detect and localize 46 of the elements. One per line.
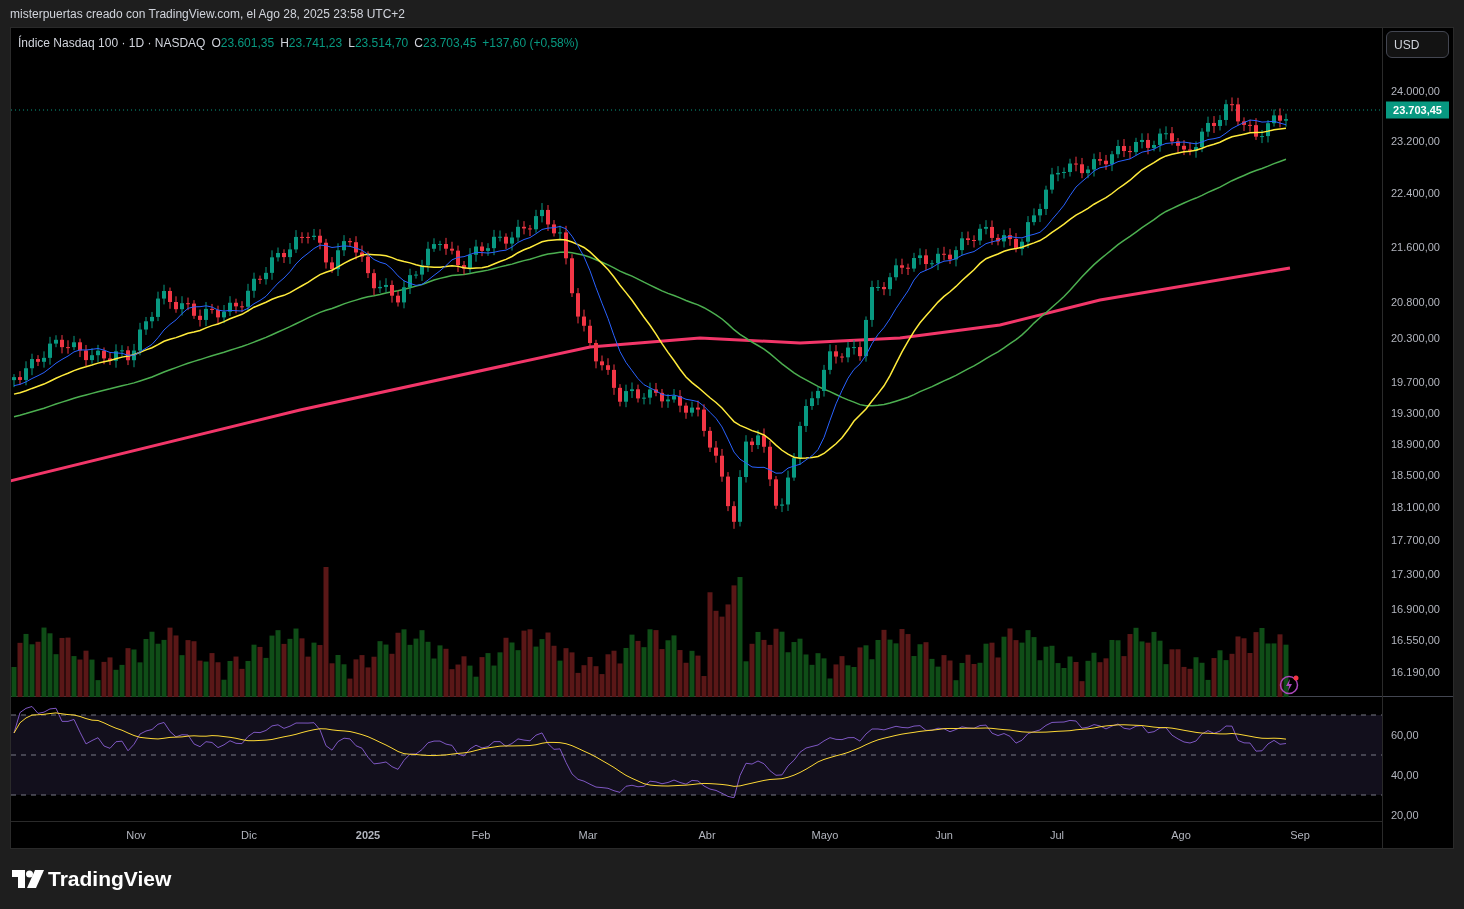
time-axis-label: Mar (578, 828, 598, 843)
currency-button[interactable]: USD (1386, 31, 1449, 58)
time-axis-label: Ago (1171, 828, 1191, 843)
ohlc-value: 23.741,23 (288, 35, 343, 52)
price-axis-label: 18.900,00 (1391, 436, 1440, 452)
time-axis-label: Abr (698, 828, 716, 843)
chart-caption: misterpuertas creado con TradingView.com, el Ago 28, 2025 23:58 UTC+2 (10, 5, 405, 23)
time-axis-label: Jun (935, 828, 953, 843)
price-axis-label: 24.000,00 (1391, 83, 1440, 99)
time-axis-label: 2025 (355, 828, 381, 843)
ohlc-value: 23.514,70 (354, 35, 409, 52)
price-change: +137,60 (+0,58%) (482, 35, 579, 52)
rsi-axis-label: 20,00 (1391, 807, 1419, 823)
price-axis-label: 20.300,00 (1391, 330, 1440, 346)
ohlc-label: L (348, 35, 355, 52)
rsi-axis-label: 40,00 (1391, 767, 1419, 783)
ohlc-value: 23.601,35 (220, 35, 275, 52)
price-axis-label: 16.900,00 (1391, 601, 1440, 617)
time-axis-label: Feb (471, 828, 491, 843)
ohlc-value: 23.703,45 (422, 35, 477, 52)
time-axis-label: Dic (241, 828, 257, 843)
price-axis-label: 20.800,00 (1391, 294, 1440, 310)
time-axis-label: Sep (1290, 828, 1310, 843)
price-axis-label: 18.500,00 (1391, 467, 1440, 483)
ohlc-label: H (280, 35, 289, 52)
price-axis-label: 18.100,00 (1391, 500, 1440, 516)
symbol-title: Índice Nasdaq 100 · 1D · NASDAQ (18, 34, 206, 52)
rsi-axis-label: 60,00 (1391, 727, 1419, 743)
last-price-tag: 23.703,45 (1386, 101, 1449, 119)
price-axis-label: 16.550,00 (1391, 632, 1440, 648)
logo-text: TradingView (48, 866, 172, 893)
price-axis-label: 21.600,00 (1391, 239, 1440, 255)
price-axis-label: 19.300,00 (1391, 405, 1440, 421)
lightning-icon[interactable] (1279, 673, 1301, 695)
price-axis-label: 19.700,00 (1391, 375, 1440, 391)
time-axis-label: Nov (126, 828, 146, 843)
time-axis-label: Jul (1049, 828, 1065, 843)
ohlc-label: C (414, 35, 423, 52)
price-axis-label: 22.400,00 (1391, 185, 1440, 201)
price-axis-label: 16.190,00 (1391, 664, 1440, 680)
price-axis-label: 17.700,00 (1391, 533, 1440, 549)
price-axis-label: 17.300,00 (1391, 566, 1440, 582)
logo-icon (12, 870, 44, 888)
time-axis-label: Mayo (811, 828, 839, 843)
price-axis-label: 23.200,00 (1391, 133, 1440, 149)
ohlc-label: O (211, 35, 221, 52)
